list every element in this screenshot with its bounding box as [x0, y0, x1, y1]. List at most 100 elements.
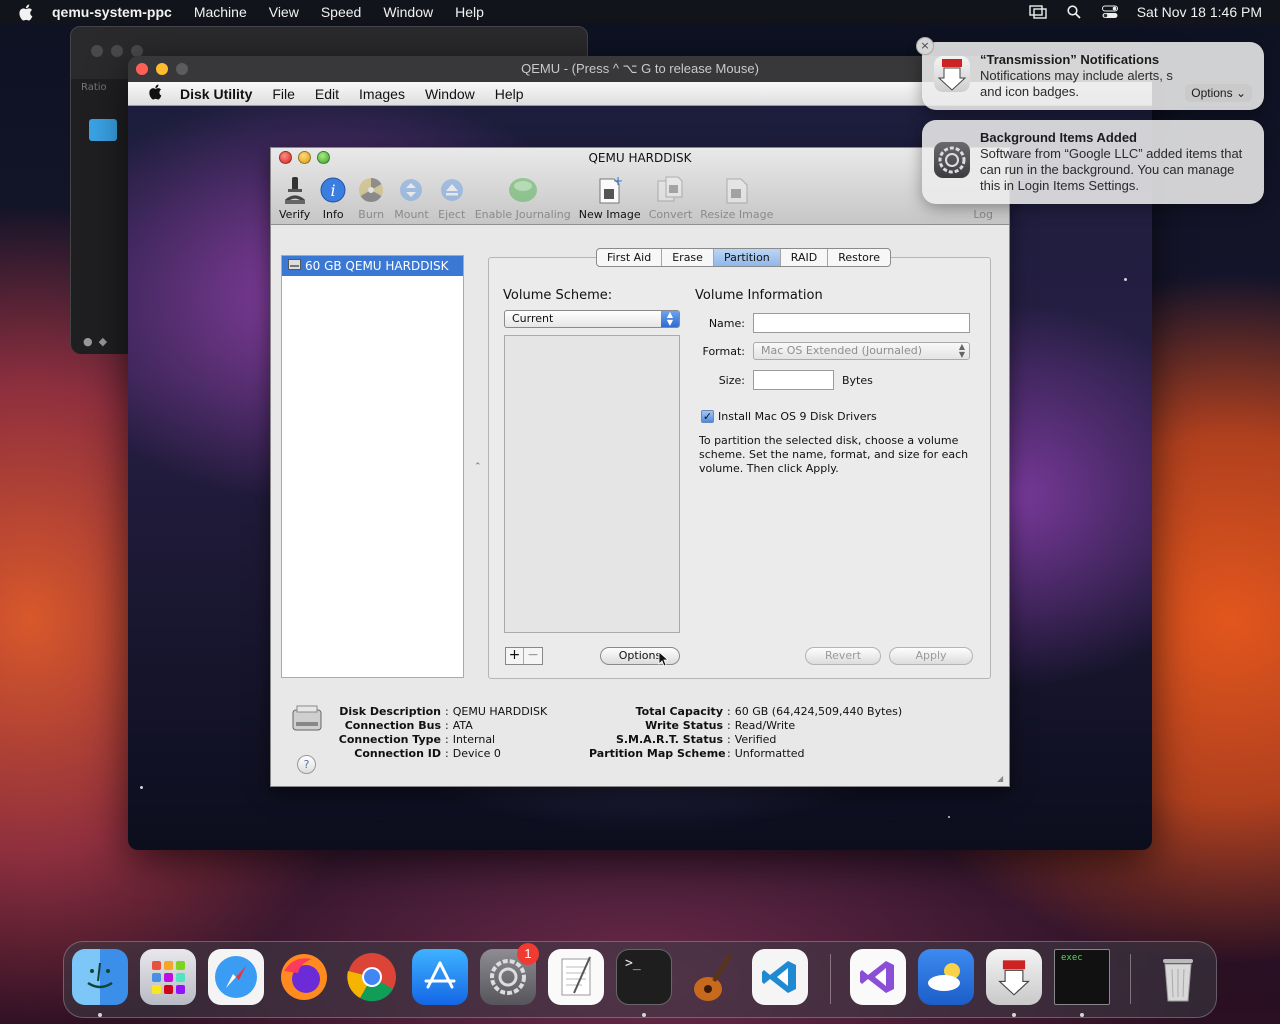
install-os9-drivers-checkbox[interactable]: ✓: [701, 410, 714, 423]
apply-button[interactable]: Apply: [889, 647, 973, 665]
transmission-notification[interactable]: “Transmission” Notifications Notificatio…: [922, 42, 1264, 110]
menu-view[interactable]: View: [269, 4, 299, 20]
apple-menu-icon[interactable]: [18, 4, 36, 21]
volume-scheme-map[interactable]: [504, 335, 680, 633]
partition-help-text: To partition the selected disk, choose a…: [699, 434, 969, 475]
tab-raid[interactable]: RAID: [781, 249, 829, 266]
enable-journaling-button[interactable]: Enable Journaling: [475, 174, 571, 221]
volume-information-label: Volume Information: [695, 288, 823, 303]
qemu-title: QEMU - (Press ^ ⌥ G to release Mouse): [521, 61, 759, 76]
add-partition-button[interactable]: +: [506, 648, 524, 664]
star: [140, 786, 143, 789]
screen-mirroring-icon[interactable]: [1029, 5, 1047, 19]
trash-icon[interactable]: [1150, 949, 1206, 1005]
menu-speed[interactable]: Speed: [321, 4, 361, 20]
control-center-icon[interactable]: [1101, 5, 1119, 19]
disk-list[interactable]: 60 GB QEMU HARDDISK: [281, 255, 464, 678]
help-button[interactable]: ?: [297, 755, 316, 774]
weather-icon[interactable]: [918, 949, 974, 1005]
log-button[interactable]: Log: [973, 208, 993, 221]
firefox-icon[interactable]: [276, 949, 332, 1005]
menu-app-name[interactable]: qemu-system-ppc: [52, 4, 172, 20]
guest-menu-edit[interactable]: Edit: [315, 86, 339, 102]
menu-clock[interactable]: Sat Nov 18 1:46 PM: [1137, 4, 1262, 20]
name-label: Name:: [708, 317, 745, 330]
chrome-icon[interactable]: [344, 949, 400, 1005]
minimize-icon[interactable]: [156, 63, 168, 75]
garageband-icon[interactable]: [684, 949, 740, 1005]
disk-utility-window[interactable]: QEMU HARDDISK Verify i Info Burn Mount E…: [270, 147, 1010, 787]
notification-options-button[interactable]: Options ⌄: [1185, 84, 1252, 102]
tab-bar: First Aid Erase Partition RAID Restore: [596, 248, 891, 267]
tab-restore[interactable]: Restore: [828, 249, 890, 266]
burn-icon: [356, 174, 386, 206]
notification-close-button[interactable]: ×: [916, 37, 934, 55]
mount-button[interactable]: Mount: [394, 174, 429, 221]
transmission-icon[interactable]: [986, 949, 1042, 1005]
qemu-window-controls: [136, 63, 188, 75]
format-select[interactable]: Mac OS Extended (Journaled) ▲ ▼: [753, 342, 970, 360]
eject-button[interactable]: Eject: [437, 174, 467, 221]
chevron-updown-icon: ▲ ▼: [958, 342, 965, 359]
split-view-handle[interactable]: ⌃: [474, 462, 482, 472]
info-row: Partition Map Scheme: Unformatted: [589, 747, 805, 760]
info-button[interactable]: i Info: [318, 174, 348, 221]
star: [948, 816, 950, 818]
disk-list-item[interactable]: 60 GB QEMU HARDDISK: [282, 256, 463, 276]
new-image-button[interactable]: + New Image: [579, 174, 641, 221]
guest-menu-images[interactable]: Images: [359, 86, 405, 102]
chevron-down-icon: ⌄: [1235, 86, 1246, 100]
verify-button[interactable]: Verify: [279, 174, 310, 221]
star: [1124, 278, 1127, 281]
guest-menu-help[interactable]: Help: [495, 86, 524, 102]
notification-body: Notifications may include alerts, s and …: [980, 68, 1173, 99]
name-input[interactable]: [753, 313, 970, 333]
transmission-icon: [934, 56, 970, 92]
textedit-icon[interactable]: [548, 949, 604, 1005]
running-indicator: [98, 1013, 102, 1017]
app-store-icon[interactable]: [412, 949, 468, 1005]
menu-machine[interactable]: Machine: [194, 4, 247, 20]
guest-menu-file[interactable]: File: [272, 86, 295, 102]
eject-icon: [437, 174, 467, 206]
size-input[interactable]: [753, 370, 834, 390]
resize-grip-icon[interactable]: ◢: [997, 774, 1007, 784]
info-icon: i: [318, 174, 348, 206]
more-icon[interactable]: ●: [83, 335, 93, 348]
svg-text:+: +: [613, 175, 623, 188]
finder-icon[interactable]: [72, 949, 128, 1005]
spotlight-search-icon[interactable]: [1065, 5, 1083, 19]
options-button[interactable]: Options: [600, 647, 680, 665]
revert-button[interactable]: Revert: [805, 647, 881, 665]
menu-help[interactable]: Help: [455, 4, 484, 20]
volume-scheme-select[interactable]: Current ▲ ▼: [504, 310, 680, 328]
close-icon[interactable]: [136, 63, 148, 75]
launchpad-icon[interactable]: [140, 949, 196, 1005]
convert-button[interactable]: Convert: [649, 174, 692, 221]
resize-image-button[interactable]: Resize Image: [700, 174, 773, 221]
gear-icon: [934, 142, 970, 178]
tab-first-aid[interactable]: First Aid: [597, 249, 663, 266]
safari-icon[interactable]: [208, 949, 264, 1005]
zoom-icon[interactable]: [176, 63, 188, 75]
visual-studio-icon[interactable]: [850, 949, 906, 1005]
exec-console-icon[interactable]: exec: [1054, 949, 1110, 1005]
guest-menu-disk-utility[interactable]: Disk Utility: [180, 86, 252, 102]
new-image-icon: +: [595, 174, 625, 206]
menu-window[interactable]: Window: [383, 4, 433, 20]
tab-erase[interactable]: Erase: [662, 249, 714, 266]
turtle-icon[interactable]: ◆: [99, 335, 107, 348]
add-remove-partition: + −: [505, 647, 543, 665]
remove-partition-button[interactable]: −: [524, 648, 542, 664]
install-os9-drivers-label[interactable]: Install Mac OS 9 Disk Drivers: [718, 410, 877, 423]
notification-title: “Transmission” Notifications: [980, 52, 1160, 67]
vscode-icon[interactable]: [752, 949, 808, 1005]
background-items-notification[interactable]: Background Items Added Software from “Go…: [922, 120, 1264, 204]
guest-apple-icon[interactable]: [148, 84, 162, 103]
burn-button[interactable]: Burn: [356, 174, 386, 221]
guest-menu-window[interactable]: Window: [425, 86, 475, 102]
tab-partition[interactable]: Partition: [713, 249, 781, 266]
folder-icon[interactable]: [89, 119, 117, 141]
chevron-updown-icon: ▲ ▼: [661, 311, 679, 327]
terminal-icon[interactable]: >_: [616, 949, 672, 1005]
